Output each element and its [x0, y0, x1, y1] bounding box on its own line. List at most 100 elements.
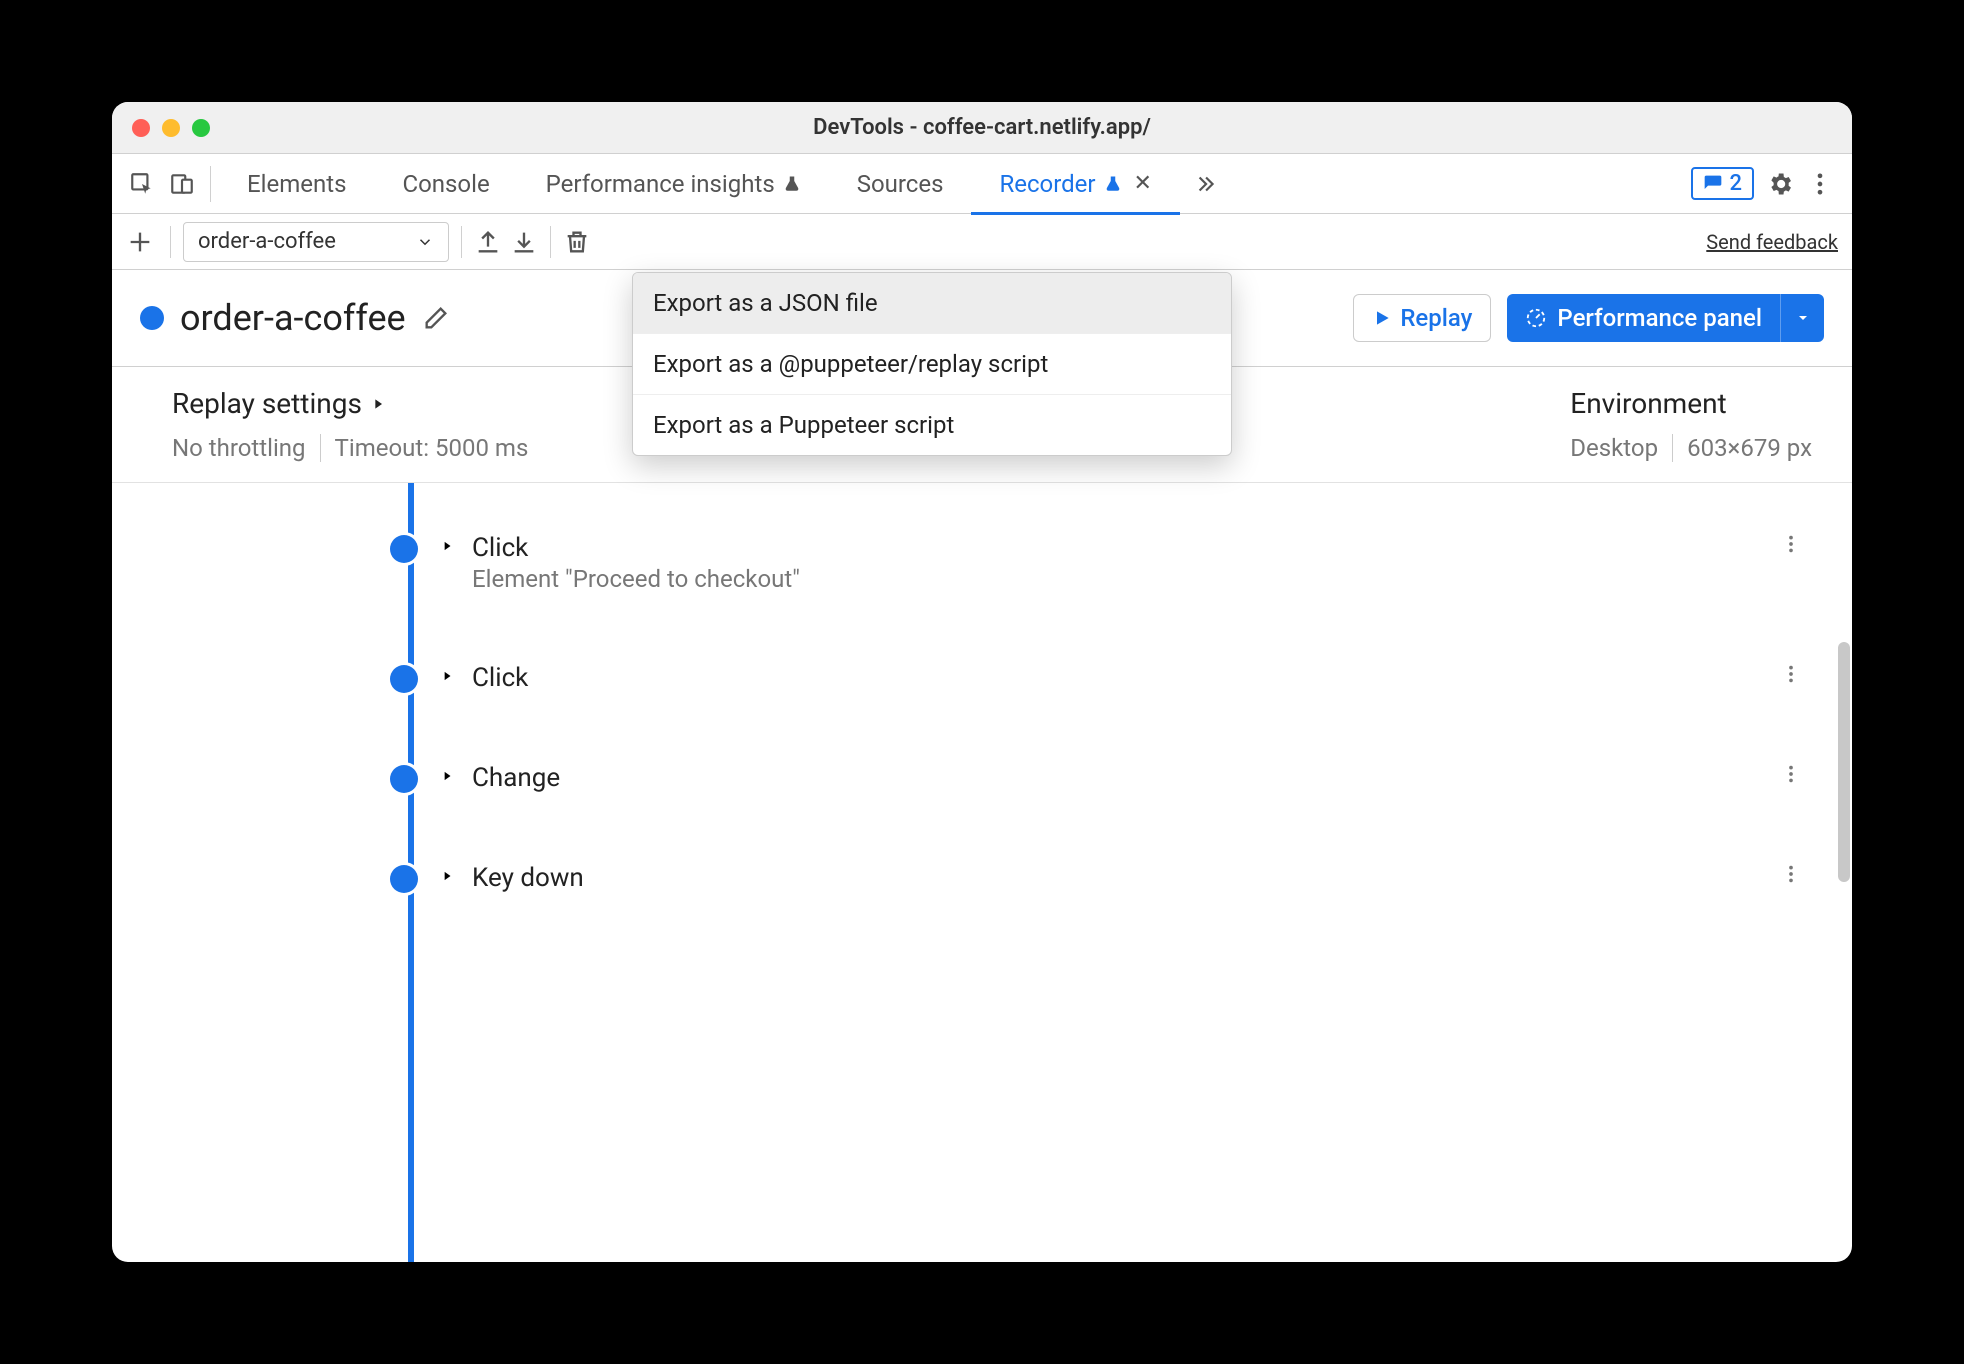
minimize-window-button[interactable] — [162, 119, 180, 137]
environment-label: Environment — [1570, 387, 1726, 420]
tab-recorder[interactable]: Recorder ✕ — [971, 154, 1180, 214]
tabbar-right: 2 — [1691, 167, 1842, 200]
replay-settings-meta: No throttling Timeout: 5000 ms — [172, 434, 528, 462]
devtools-window: DevTools - coffee-cart.netlify.app/ Elem… — [112, 102, 1852, 1262]
more-tabs-button[interactable] — [1180, 154, 1230, 214]
flow-select-value: order-a-coffee — [198, 229, 336, 254]
settings-gear-icon[interactable] — [1766, 170, 1794, 198]
export-puppeteer-replay-item[interactable]: Export as a @puppeteer/replay script — [633, 334, 1231, 395]
dimensions-value: 603×679 px — [1687, 434, 1812, 462]
scrollbar-thumb[interactable] — [1838, 642, 1850, 882]
tab-label: Elements — [247, 170, 346, 198]
step-row[interactable]: Key down — [112, 843, 1822, 913]
caret-right-icon[interactable] — [440, 539, 454, 553]
tab-performance-insights[interactable]: Performance insights — [518, 154, 829, 214]
tab-sources[interactable]: Sources — [829, 154, 972, 214]
divider — [550, 226, 551, 258]
replay-label: Replay — [1400, 304, 1472, 332]
flow-select[interactable]: order-a-coffee — [183, 222, 449, 262]
step-body: Key down — [472, 863, 584, 893]
timeout-value: Timeout: 5000 ms — [335, 434, 529, 462]
caret-right-icon[interactable] — [440, 769, 454, 783]
step-body: Change — [472, 763, 560, 793]
tab-label: Performance insights — [546, 170, 775, 198]
step-row[interactable]: Click Element "Proceed to checkout" — [112, 513, 1822, 613]
environment-meta: Desktop 603×679 px — [1570, 434, 1812, 462]
timeline-node — [390, 665, 418, 693]
timeline-node — [390, 865, 418, 893]
timeline-node — [390, 535, 418, 563]
step-body: Click — [472, 663, 528, 693]
replay-settings-label: Replay settings — [172, 387, 362, 420]
gauge-icon — [1525, 307, 1547, 329]
zoom-window-button[interactable] — [192, 119, 210, 137]
divider — [461, 226, 462, 258]
step-title: Click — [472, 663, 528, 693]
step-menu-icon[interactable] — [1780, 533, 1822, 555]
step-title: Key down — [472, 863, 584, 893]
caret-right-icon[interactable] — [440, 669, 454, 683]
timeline-node — [390, 765, 418, 793]
export-puppeteer-item[interactable]: Export as a Puppeteer script — [633, 395, 1231, 455]
traffic-lights — [112, 119, 210, 137]
device-toolbar-icon[interactable] — [162, 164, 202, 204]
step-title: Change — [472, 763, 560, 793]
divider — [170, 226, 171, 258]
export-json-item[interactable]: Export as a JSON file — [633, 273, 1231, 334]
environment-title: Environment — [1570, 387, 1812, 420]
tab-label: Console — [402, 170, 489, 198]
throttling-value: No throttling — [172, 434, 306, 462]
new-recording-icon[interactable] — [126, 228, 154, 256]
divider — [210, 166, 211, 202]
export-icon[interactable] — [474, 228, 502, 256]
tab-console[interactable]: Console — [374, 154, 517, 214]
divider — [320, 434, 321, 462]
replay-settings: Replay settings No throttling Timeout: 5… — [172, 387, 528, 462]
step-menu-icon[interactable] — [1780, 863, 1822, 885]
replay-settings-toggle[interactable]: Replay settings — [172, 387, 528, 420]
devtools-tabbar: Elements Console Performance insights So… — [112, 154, 1852, 214]
step-row[interactable]: Click — [112, 643, 1822, 713]
import-icon[interactable] — [510, 228, 538, 256]
header-actions: Replay Performance panel — [1353, 294, 1824, 342]
close-window-button[interactable] — [132, 119, 150, 137]
step-body: Click Element "Proceed to checkout" — [472, 533, 800, 593]
issues-badge[interactable]: 2 — [1691, 167, 1754, 200]
replay-button[interactable]: Replay — [1353, 294, 1491, 342]
caret-right-icon — [370, 396, 386, 412]
environment-settings: Environment Desktop 603×679 px — [1570, 387, 1812, 462]
caret-right-icon[interactable] — [440, 869, 454, 883]
device-value: Desktop — [1570, 434, 1658, 462]
delete-icon[interactable] — [563, 228, 591, 256]
tab-label: Recorder — [999, 170, 1095, 198]
issues-icon — [1703, 174, 1723, 194]
flask-icon — [783, 174, 801, 194]
recorder-toolbar: order-a-coffee Send feedback — [112, 214, 1852, 270]
step-row[interactable]: Change — [112, 743, 1822, 813]
chevrons-right-icon — [1192, 171, 1218, 197]
recording-status-dot — [140, 306, 164, 330]
send-feedback-link[interactable]: Send feedback — [1706, 230, 1838, 254]
edit-name-icon[interactable] — [422, 304, 450, 332]
caret-down-icon — [1795, 310, 1811, 326]
tab-label: Sources — [857, 170, 944, 198]
performance-panel-button[interactable]: Performance panel — [1507, 294, 1824, 342]
play-icon — [1372, 308, 1392, 328]
close-tab-icon[interactable]: ✕ — [1134, 171, 1152, 196]
step-menu-icon[interactable] — [1780, 763, 1822, 785]
window-title: DevTools - coffee-cart.netlify.app/ — [112, 115, 1852, 140]
flask-icon — [1104, 174, 1122, 194]
export-menu: Export as a JSON file Export as a @puppe… — [632, 272, 1232, 456]
panel-tabs: Elements Console Performance insights So… — [219, 154, 1230, 214]
step-subtitle: Element "Proceed to checkout" — [472, 565, 800, 593]
step-menu-icon[interactable] — [1780, 663, 1822, 685]
issues-count: 2 — [1729, 171, 1742, 196]
inspect-element-icon[interactable] — [122, 164, 162, 204]
tab-elements[interactable]: Elements — [219, 154, 374, 214]
window-titlebar: DevTools - coffee-cart.netlify.app/ — [112, 102, 1852, 154]
perf-panel-label: Performance panel — [1557, 304, 1762, 332]
step-title: Click — [472, 533, 800, 563]
more-menu-icon[interactable] — [1806, 170, 1834, 198]
chevron-down-icon — [416, 233, 434, 251]
perf-panel-dropdown[interactable] — [1780, 294, 1824, 342]
